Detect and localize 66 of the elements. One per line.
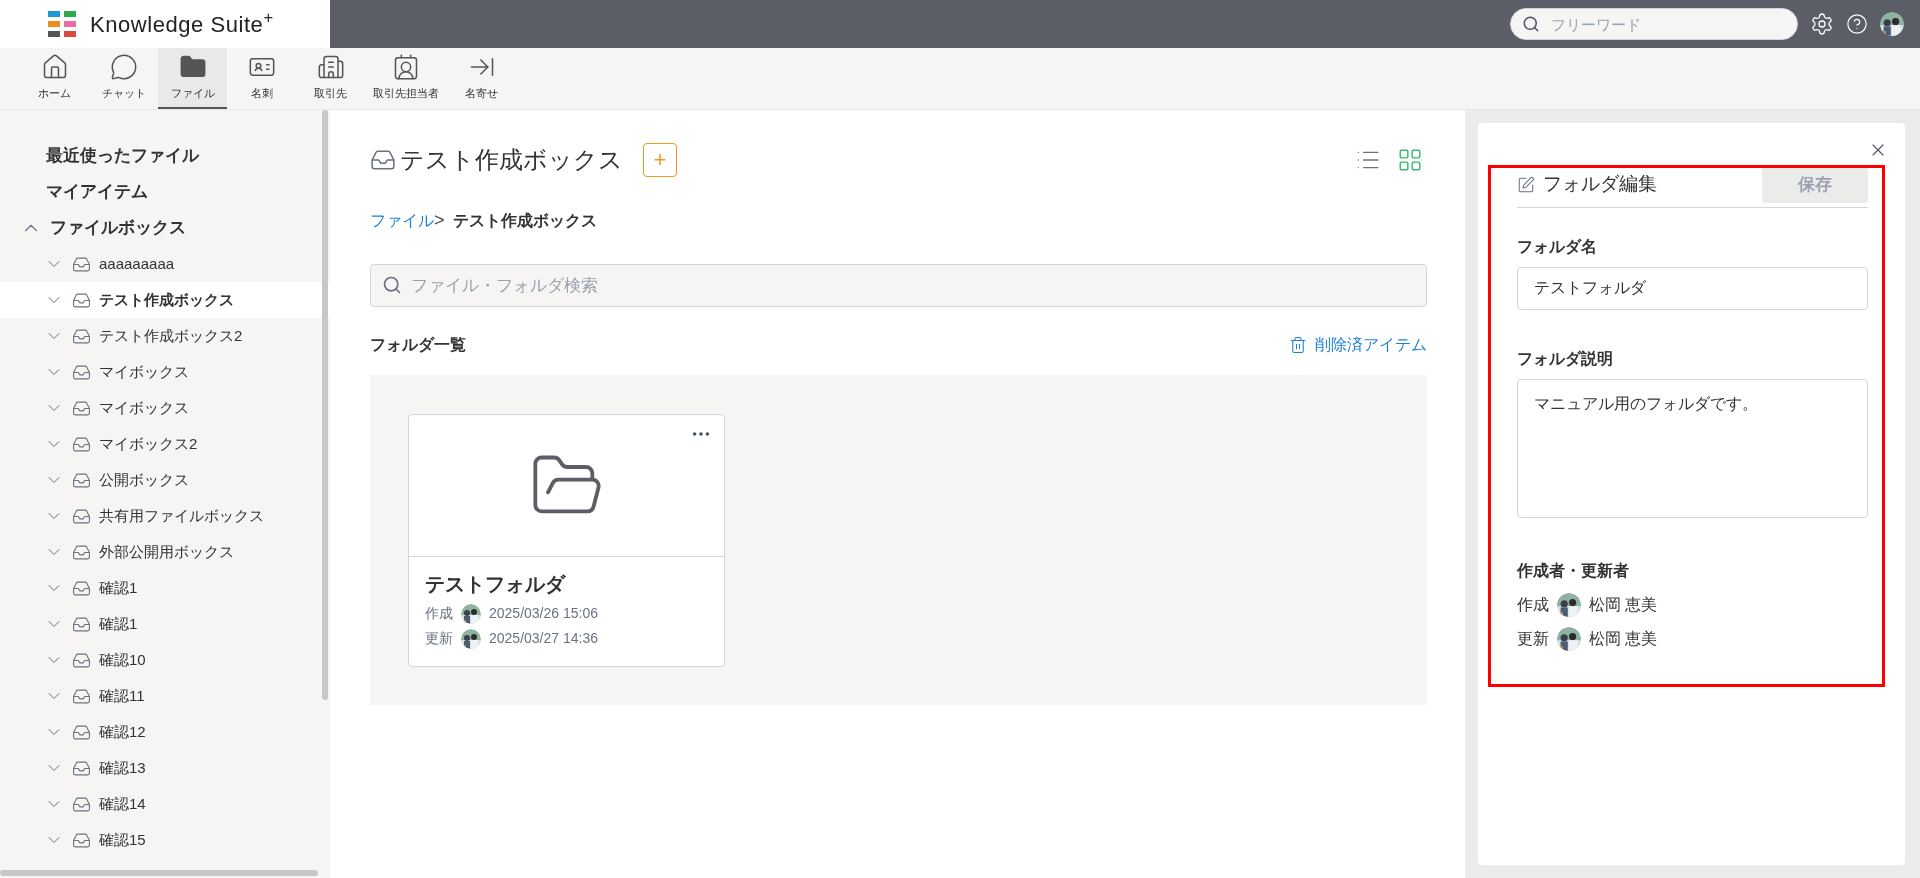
nav-tab[interactable]: 取引先	[296, 48, 365, 109]
sidebar-item[interactable]: 確認12	[0, 714, 330, 750]
sidebar-link[interactable]: マイアイテム	[0, 174, 330, 210]
sidebar-item[interactable]: テスト作成ボックス2	[0, 318, 330, 354]
help-icon[interactable]	[1846, 13, 1868, 35]
sidebar-item[interactable]: 確認14	[0, 786, 330, 822]
chat-icon	[109, 53, 138, 82]
person-role: 更新	[1517, 629, 1549, 649]
panel-title: フォルダ編集	[1543, 172, 1657, 197]
breadcrumb-current: テスト作成ボックス	[452, 210, 597, 231]
settings-icon[interactable]	[1810, 12, 1834, 36]
nav-tab[interactable]: 名寄せ	[447, 48, 516, 109]
sidebar-item[interactable]: マイボックス	[0, 390, 330, 426]
search-icon	[382, 275, 402, 295]
grid-view-button[interactable]	[1397, 147, 1423, 173]
sidebar-item[interactable]: aaaaaaaaa	[0, 246, 330, 282]
breadcrumb-separator: >	[434, 209, 445, 232]
edit-icon	[1517, 175, 1535, 194]
field-label: 作成者・更新者	[1517, 561, 1630, 581]
avatar-button[interactable]	[1880, 12, 1904, 36]
field-label: フォルダ説明	[1517, 349, 1614, 369]
scrollbar[interactable]	[0, 870, 318, 876]
field-label: フォルダ名	[1517, 237, 1598, 257]
logo-text: Knowledge Suite$^{+}$	[90, 7, 274, 39]
scrollbar[interactable]	[322, 110, 328, 700]
sidebar-item[interactable]: マイボックス2	[0, 426, 330, 462]
logo-icon	[48, 11, 78, 37]
sidebar-link[interactable]: 最近使ったファイル	[0, 138, 330, 174]
sidebar-item[interactable]: 確認13	[0, 750, 330, 786]
sidebar-item[interactable]: 共有用ファイルボックス	[0, 498, 330, 534]
trash-icon	[1289, 336, 1307, 354]
updated-date: 2025/03/27 14:36	[489, 629, 598, 648]
sidebar-item[interactable]: テスト作成ボックス	[0, 282, 330, 318]
sidebar-item[interactable]: 外部公開用ボックス	[0, 534, 330, 570]
created-date: 2025/03/26 15:06	[489, 604, 598, 623]
nav-tab[interactable]: ホーム	[20, 48, 89, 109]
name-field[interactable]: テストフォルダ	[1517, 267, 1868, 310]
sidebar-item[interactable]: 確認11	[0, 678, 330, 714]
deleted-items-link[interactable]: 削除済アイテム	[1289, 333, 1427, 357]
logo[interactable]: Knowledge Suite$^{+}$	[0, 0, 330, 48]
search-field[interactable]: フリーワード	[1510, 8, 1798, 40]
sidebar-item[interactable]: マイボックス	[0, 354, 330, 390]
meta-label: 作成	[425, 604, 453, 623]
person-role: 作成	[1517, 595, 1549, 615]
nav-tab[interactable]: 名刺	[227, 48, 296, 109]
description-field[interactable]: マニュアル用のフォルダです。	[1517, 379, 1868, 518]
sidebar-item[interactable]: 確認15	[0, 822, 330, 858]
nav-tab[interactable]: チャット	[89, 48, 158, 109]
breadcrumb-link[interactable]: ファイル	[370, 208, 434, 233]
page-title: テスト作成ボックス	[400, 145, 623, 175]
folder-name: テストフォルダ	[425, 572, 567, 597]
person-name: 松岡 恵美	[1589, 595, 1658, 615]
sidebar-group[interactable]: ファイルボックス	[0, 210, 330, 246]
contact-icon	[392, 53, 420, 82]
meta-label: 更新	[425, 629, 453, 648]
person-name: 松岡 恵美	[1589, 629, 1658, 649]
folder-card[interactable]: テストフォルダ 作成 2025/03/26 15:06 更新 2025/03/27 14:36	[408, 414, 725, 667]
search-icon	[1522, 15, 1540, 33]
section-title: フォルダ一覧	[370, 335, 466, 355]
sidebar-item[interactable]: 確認1	[0, 606, 330, 642]
sidebar-item[interactable]: 確認1	[0, 570, 330, 606]
search-field[interactable]: ファイル・フォルダ検索	[370, 264, 1427, 307]
nav-tab[interactable]: ファイル	[158, 48, 227, 109]
sidebar-item[interactable]: 確認10	[0, 642, 330, 678]
nav-tab[interactable]: 取引先担当者	[365, 48, 447, 109]
sidebar-item[interactable]: 公開ボックス	[0, 462, 330, 498]
